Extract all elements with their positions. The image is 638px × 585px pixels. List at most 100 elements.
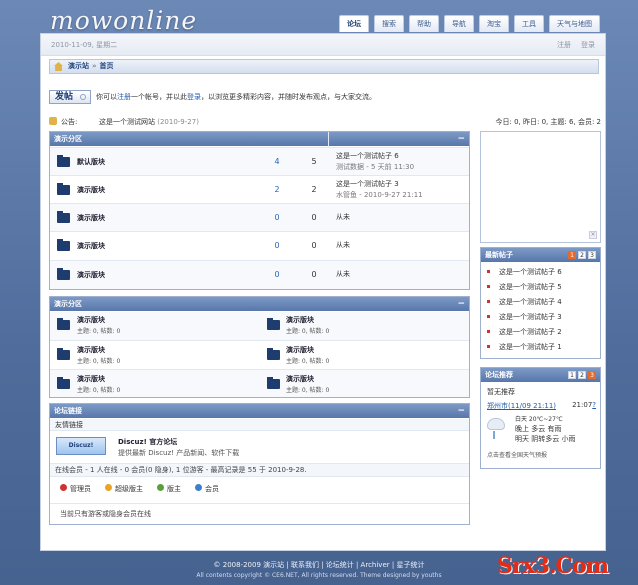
home-icon[interactable] (54, 62, 63, 71)
folder-icon (267, 318, 280, 330)
forum-name[interactable]: 演示版块 (286, 315, 314, 325)
folder-icon (57, 377, 70, 389)
category-header: 演示分区 − (50, 132, 469, 146)
new-post-link[interactable]: 这是一个测试帖子 4 (499, 297, 562, 307)
folder-icon (267, 377, 280, 389)
tab-nav[interactable]: 导航 (444, 15, 474, 32)
topic-count: 0 (274, 213, 280, 222)
weather-city[interactable]: 郑州市(11/09 21:11) (487, 401, 556, 411)
discuz-logo[interactable]: Discuz! (56, 437, 106, 455)
close-icon[interactable]: × (589, 231, 597, 239)
ad-box: × (480, 131, 601, 243)
weather-time: 21:07? (572, 401, 596, 409)
forum-stats: 主题: 0, 帖数: 0 (286, 358, 330, 365)
breadcrumb-site[interactable]: 演示站 (68, 62, 89, 70)
legend-mod: 版主 (157, 484, 181, 494)
breadcrumb: 演示站» 首页 (49, 59, 599, 74)
tab-forum[interactable]: 论坛 (339, 15, 369, 32)
forum-name[interactable]: 演示版块 (286, 374, 314, 384)
tab-tools[interactable]: 工具 (514, 15, 544, 32)
category-box-2: 演示分区 − 演示版块 主题: 0, 帖数: 0 演示版块 主题: 0, 帖数: … (49, 296, 470, 398)
login-inline-link[interactable]: 登录 (187, 93, 201, 101)
new-post-link[interactable]: 这是一个测试帖子 1 (499, 342, 562, 352)
tab-search[interactable]: 搜索 (374, 15, 404, 32)
weather-link[interactable]: 点击查看全国天气预报 (487, 450, 547, 459)
links-header: 论坛链接 − (50, 404, 469, 418)
pager-1[interactable]: 1 (568, 251, 576, 259)
current-date: 2010-11-09, 星期二 (51, 41, 118, 49)
forum-name[interactable]: 演示版块 (77, 315, 105, 325)
forum-stats: 主题: 0, 帖数: 0 (77, 387, 121, 394)
folder-icon (57, 239, 70, 251)
forum-row: 默认版块 4 5 这是一个测试帖子 6 测试数据 - 5 天前 11:30 (50, 147, 469, 175)
speaker-icon (49, 117, 57, 125)
new-post-link[interactable]: 这是一个测试帖子 6 (499, 267, 562, 277)
last-post: 从未 (336, 241, 350, 249)
forum-links-box: 论坛链接 − 友情链接 Discuz! Discuz! 官方论坛 提供最新 Dis… (49, 403, 470, 525)
online-footer: 当前只有游客或隐身会员在线 (50, 503, 469, 523)
login-message: 你可以注册一个帐号，并以此登录，以浏览更多精彩内容，并随时发布观点，与大家交流。 (96, 93, 376, 101)
category-header: 演示分区 − (50, 297, 469, 311)
collapse-icon[interactable]: − (457, 132, 465, 146)
topic-count: 0 (274, 270, 280, 279)
forum-name[interactable]: 演示版块 (77, 213, 105, 223)
new-post-button[interactable]: 发帖 (49, 90, 91, 104)
new-post-link[interactable]: 这是一个测试帖子 2 (499, 327, 562, 337)
topic-count: 0 (274, 241, 280, 250)
forum-row: 演示版块 0 0 从未 (50, 231, 469, 260)
pager-1[interactable]: 1 (568, 371, 576, 379)
login-link[interactable]: 注册 (557, 41, 571, 49)
new-posts-title[interactable]: 最新帖子 (485, 251, 513, 259)
forum-name[interactable]: 演示版块 (286, 345, 314, 355)
folder-icon (57, 183, 70, 195)
recommend-title[interactable]: 论坛推荐 (485, 371, 513, 379)
supermod-icon (105, 484, 112, 491)
folder-icon (57, 348, 70, 360)
new-posts-box: 最新帖子 1 2 3 这是一个测试帖子 6 这是一个测试帖子 5 这是一个测试帖… (480, 247, 601, 359)
weather-day: 白天 20℃~27℃ (515, 416, 563, 423)
online-legend: 管理员 超级版主 版主 会员 (60, 484, 219, 494)
last-post: 从未 (336, 213, 350, 221)
forum-stats: 主题: 0, 帖数: 0 (286, 328, 330, 335)
last-post: 这是一个测试帖子 3 水管鱼 - 2010-9-27 21:11 (336, 180, 423, 199)
recommend-pager: 1 2 3 (568, 371, 596, 379)
pager-2[interactable]: 2 (578, 251, 586, 259)
category-box-1: 演示分区 − 默认版块 4 5 这是一个测试帖子 6 测试数据 - 5 天前 11:… (49, 131, 470, 290)
pager-3[interactable]: 3 (588, 251, 596, 259)
forum-name[interactable]: 演示版块 (77, 345, 105, 355)
watermark-logo: Srx3.Com (497, 553, 609, 579)
mod-icon (157, 484, 164, 491)
forum-grid-row: 演示版块 主题: 0, 帖数: 0 演示版块 主题: 0, 帖数: 0 (50, 340, 469, 369)
forum-name[interactable]: 演示版块 (77, 185, 105, 195)
forum-name[interactable]: 演示版块 (77, 374, 105, 384)
links-subheader: 友情链接 (50, 419, 469, 431)
tab-taobao[interactable]: 淘宝 (479, 15, 509, 32)
forum-name[interactable]: 默认版块 (77, 157, 105, 167)
folder-icon (57, 318, 70, 330)
new-post-label: 发帖 (55, 92, 74, 102)
links-title[interactable]: 论坛链接 (54, 407, 82, 415)
tab-help[interactable]: 帮助 (409, 15, 439, 32)
forum-name[interactable]: 演示版块 (77, 270, 105, 280)
forum-grid-row: 演示版块 主题: 0, 帖数: 0 演示版块 主题: 0, 帖数: 0 (50, 312, 469, 340)
pager-2[interactable]: 2 (578, 371, 586, 379)
forum-name[interactable]: 演示版块 (77, 241, 105, 251)
link-name[interactable]: Discuz! 官方论坛 (118, 437, 177, 447)
pager-3[interactable]: 3 (588, 371, 596, 379)
register-inline-link[interactable]: 注册 (117, 93, 131, 101)
site-logo[interactable]: mowonline (50, 6, 197, 35)
category-title[interactable]: 演示分区 (54, 300, 82, 308)
forum-stats: 主题: 0, 帖数: 0 (286, 387, 330, 394)
recommend-box: 论坛推荐 1 2 3 暂无推荐 郑州市(11/09 21:11) 21:07? … (480, 367, 601, 469)
new-posts-pager: 1 2 3 (568, 251, 596, 259)
category-title[interactable]: 演示分区 (54, 135, 82, 143)
new-post-link[interactable]: 这是一个测试帖子 5 (499, 282, 562, 292)
new-post-link[interactable]: 这是一个测试帖子 3 (499, 312, 562, 322)
announcement-link[interactable]: 这是一个测试网站 (99, 118, 155, 126)
member-icon (195, 484, 202, 491)
collapse-icon[interactable]: − (457, 297, 465, 311)
register-link[interactable]: 登录 (581, 41, 595, 49)
collapse-icon[interactable]: − (457, 404, 465, 418)
tab-weather[interactable]: 天气与地图 (549, 15, 600, 32)
legend-admin: 管理员 (60, 484, 91, 494)
